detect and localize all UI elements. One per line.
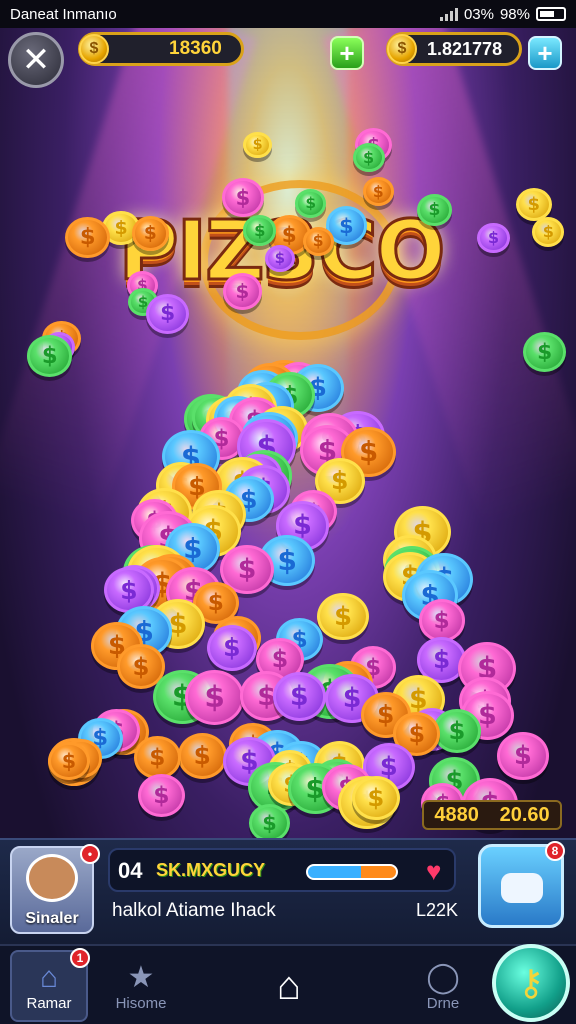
coin-icon: $	[522, 332, 567, 373]
progress-label: SK.MXGUCY	[156, 860, 266, 880]
progress-box: 04 SK.MXGUCY ♥	[108, 848, 456, 892]
bottom-nav: ⌂ Ramar 1 ★ Hisome ⌂ ◯ Drne	[0, 944, 576, 1024]
coin-icon: $	[134, 736, 181, 780]
coin-icon: $	[48, 742, 90, 781]
add-coins-button[interactable]: +	[330, 36, 364, 70]
battery-icon	[536, 7, 566, 21]
coin-icon: $	[137, 773, 185, 817]
chat-icon	[501, 873, 543, 903]
key-icon: ⚷	[517, 962, 545, 1003]
coin-icon: $	[243, 215, 277, 246]
coin-icon: $	[295, 189, 327, 218]
pile-value-right: 20.60	[499, 803, 550, 826]
carrier-label: Daneat Inmanıo	[10, 5, 117, 23]
close-button[interactable]: ✕	[8, 32, 64, 88]
progress-bar	[306, 864, 398, 880]
balance-right-value: 1.821778	[427, 38, 503, 59]
star-icon: ★	[127, 961, 155, 994]
coin-icon: $	[222, 273, 263, 310]
avatar-card[interactable]: Sinaler •	[10, 844, 100, 934]
coin-icon: $	[79, 34, 109, 64]
coin-icon: $	[418, 599, 465, 642]
ring-icon: ◯	[426, 961, 460, 994]
coin-icon: $	[264, 244, 295, 273]
house-outline-icon: ⌂	[276, 963, 302, 1008]
nav-label: Drne	[426, 995, 460, 1012]
panel-count: L22K	[416, 900, 459, 920]
game-screen: Daneat Inmanıo 03% 98% ✕ $ 18360 + $ 1.8…	[0, 0, 576, 1024]
avatar-label: Sinaler	[25, 910, 79, 927]
status-bar: Daneat Inmanıo 03% 98%	[0, 0, 576, 28]
balance-pill-left[interactable]: $ 18360	[78, 32, 244, 66]
plus-icon: +	[537, 37, 553, 68]
nav-label: Ramar	[26, 994, 72, 1012]
panel-subtitle: halkol Atiame Ihack	[112, 900, 276, 921]
coin-icon: $	[317, 593, 369, 641]
key-button[interactable]: ⚷	[492, 944, 570, 1022]
add-gems-button[interactable]: +	[528, 36, 562, 70]
nav-label: Hisome	[115, 995, 167, 1012]
coin-icon: $	[477, 222, 510, 253]
coin-icon: $	[497, 732, 549, 780]
coin-icon: $	[206, 624, 257, 671]
balance-left-value: 18360	[169, 38, 222, 59]
balance-pill-right[interactable]: $ 1.821778	[386, 32, 522, 66]
coin-icon: $	[532, 216, 565, 247]
home-icon: ⌂	[39, 960, 59, 994]
avatar	[26, 854, 78, 902]
coin-icon: $	[272, 672, 327, 722]
battery-text: 03%	[463, 5, 494, 23]
notification-badge: 1	[70, 948, 90, 968]
nav-item-favorites[interactable]: ★ Hisome	[102, 950, 180, 1022]
notification-badge: •	[80, 844, 100, 864]
nav-item-home[interactable]: ⌂ Ramar 1	[10, 948, 90, 1022]
chest-button[interactable]: 8	[478, 841, 565, 928]
coin-icon: $	[302, 226, 334, 256]
pile-value-left: 4880	[434, 803, 479, 826]
coin-icon: $	[351, 776, 400, 821]
coin-icon: $	[417, 194, 452, 226]
coin-icon: $	[177, 733, 227, 779]
coin-icon: $	[131, 216, 169, 251]
coin-icon: $	[387, 34, 417, 64]
coin-icon: $	[362, 177, 394, 206]
info-panel: Sinaler • 04 SK.MXGUCY ♥ halkol Atiame I…	[0, 838, 576, 944]
pile-value-tag: 4880 20.60	[422, 800, 562, 830]
level-number: 04	[118, 858, 143, 883]
plus-icon: +	[339, 37, 355, 68]
coin-icon: $	[432, 708, 481, 754]
coin-icon: $	[145, 293, 190, 334]
close-icon: ✕	[21, 41, 51, 79]
signal-text: 98%	[499, 5, 530, 23]
notification-badge: 8	[545, 841, 565, 861]
coin-icon: $	[243, 131, 273, 159]
coin-icon: $	[185, 670, 245, 725]
heart-icon[interactable]: ♥	[426, 856, 441, 887]
signal-icon	[439, 7, 458, 21]
coin-icon: $	[248, 803, 291, 843]
coin-icon: $	[221, 178, 264, 217]
coin-icon: $	[352, 142, 385, 173]
top-bar: ✕ $ 18360 + $ 1.821778 +	[0, 32, 576, 88]
nav-item-lobby[interactable]: ⌂	[250, 950, 328, 1022]
nav-item-more[interactable]: ◯ Drne	[404, 950, 482, 1022]
